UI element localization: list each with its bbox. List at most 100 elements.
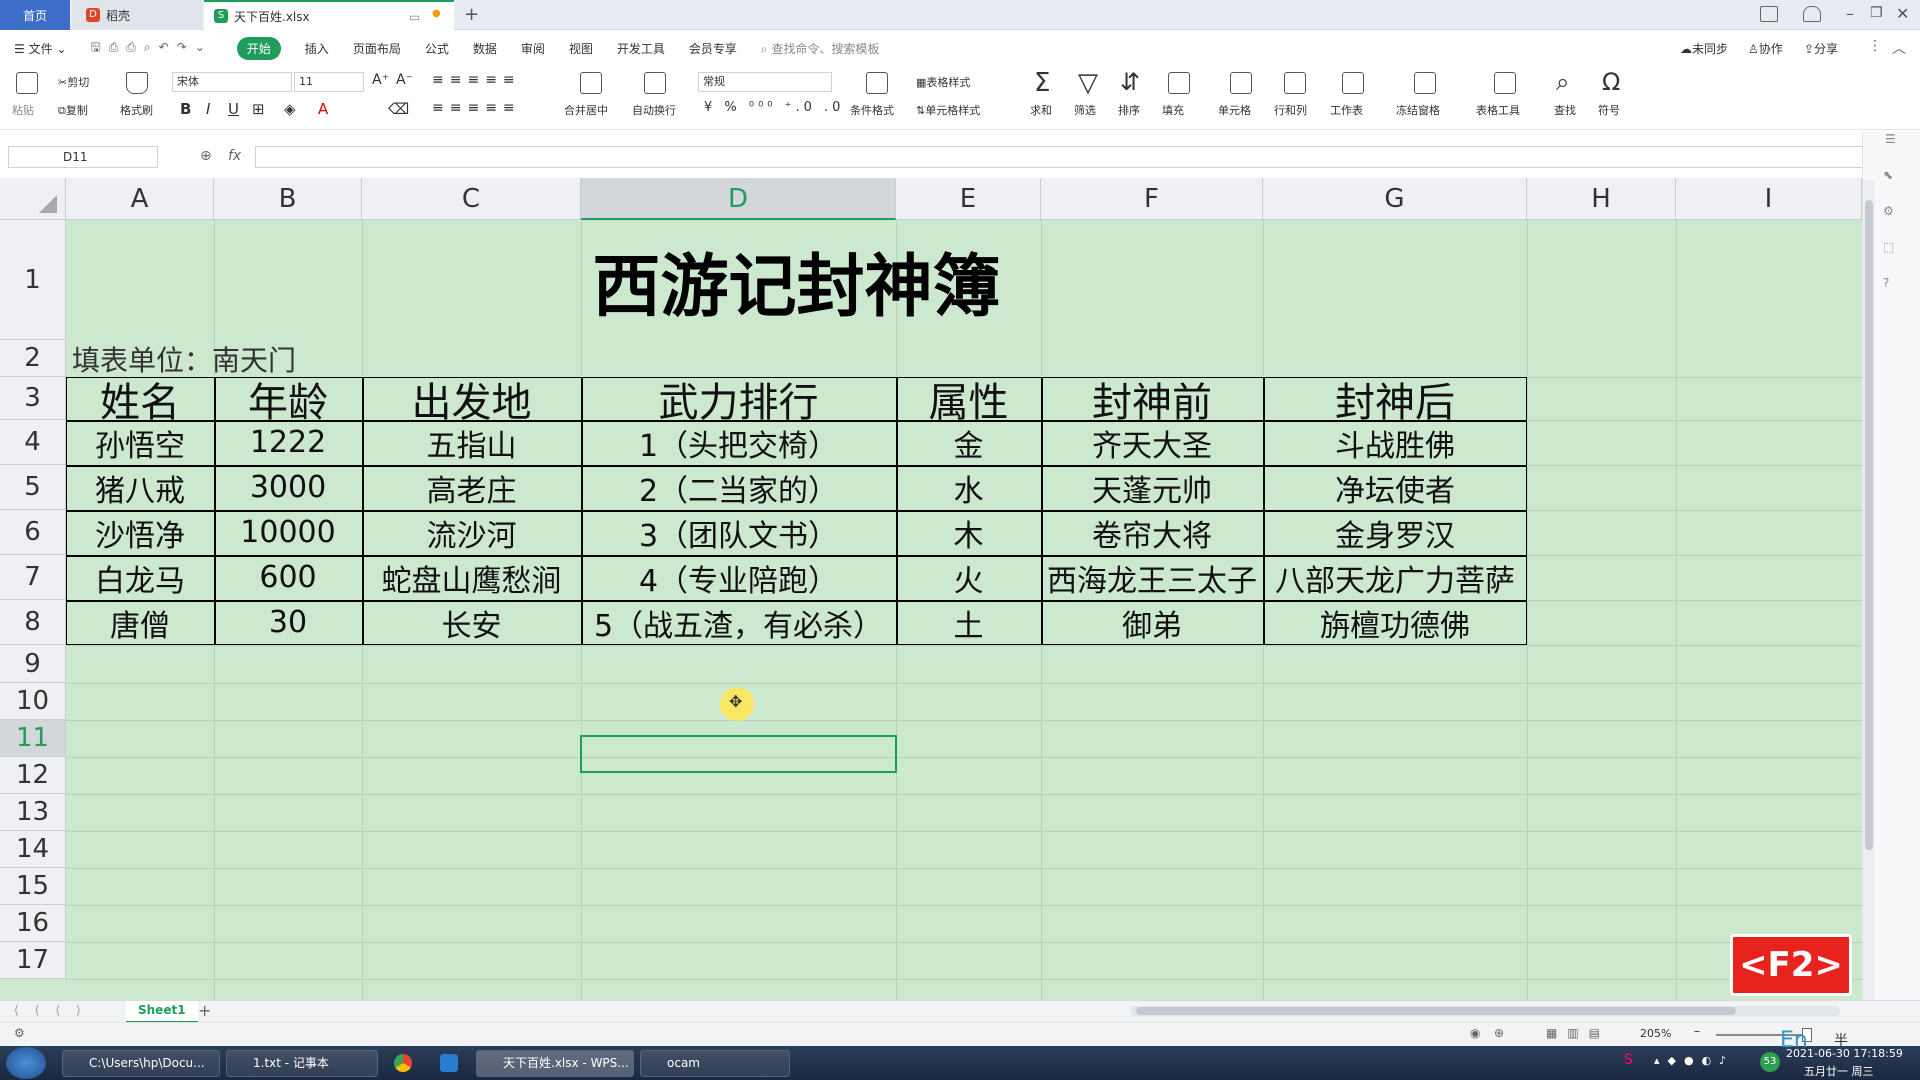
conditional-format-label[interactable]: 条件格式: [850, 102, 894, 118]
sheet-nav-icons[interactable]: ⟨⟨⟨⟩: [14, 1003, 97, 1017]
symbol-icon[interactable]: Ω: [1602, 68, 1620, 96]
view-mode-icons[interactable]: ▦▥▤: [1546, 1026, 1610, 1040]
taskbar-notepad[interactable]: 1.txt - 记事本: [226, 1050, 378, 1077]
row-header-16[interactable]: 16: [0, 905, 66, 942]
macro-icon[interactable]: ⚙: [14, 1026, 25, 1040]
tray-icons[interactable]: ▴◆●◐♪: [1654, 1054, 1734, 1067]
format-painter-icon[interactable]: [126, 72, 148, 94]
taskbar-wps[interactable]: 天下百姓.xlsx - WPS...: [476, 1050, 634, 1077]
filter-label[interactable]: 筛选: [1074, 102, 1096, 118]
wrap-icon[interactable]: [644, 72, 666, 94]
row-header-3[interactable]: 3: [0, 377, 66, 420]
ime-halfwidth[interactable]: 半: [1834, 1030, 1848, 1050]
menu-page-layout[interactable]: 页面布局: [353, 40, 401, 57]
row-header-15[interactable]: 15: [0, 868, 66, 905]
browser-icon[interactable]: [440, 1054, 458, 1072]
sort-icon[interactable]: ⇵: [1120, 68, 1140, 96]
row-header-5[interactable]: 5: [0, 465, 66, 510]
collapse-ribbon-icon[interactable]: ︿: [1892, 38, 1906, 58]
paste-label[interactable]: 粘贴: [12, 102, 34, 118]
rowcol-label[interactable]: 行和列: [1274, 102, 1307, 118]
new-tab-icon[interactable]: +: [464, 4, 479, 25]
command-search[interactable]: ⌕ 查找命令、搜索模板: [761, 40, 880, 57]
row-header-1[interactable]: 1: [0, 220, 66, 340]
sum-label[interactable]: 求和: [1030, 102, 1052, 118]
sheet-tab-sheet1[interactable]: Sheet1: [126, 1001, 198, 1023]
shape-icon[interactable]: ⬚: [1883, 240, 1894, 254]
column-header-b[interactable]: B: [214, 178, 362, 220]
horizontal-scroll-thumb[interactable]: [1136, 1007, 1736, 1015]
cell-label[interactable]: 单元格: [1218, 102, 1251, 118]
paste-icon[interactable]: [16, 72, 38, 94]
symbol-label[interactable]: 符号: [1598, 102, 1620, 118]
column-header-a[interactable]: A: [66, 178, 214, 220]
more-icon[interactable]: ⋮: [1868, 38, 1882, 54]
menu-view[interactable]: 视图: [569, 40, 593, 57]
fill-icon[interactable]: [1168, 72, 1190, 94]
vertical-scrollbar[interactable]: [1863, 180, 1875, 1000]
cell-icon[interactable]: [1230, 72, 1252, 94]
panel-menu-icon[interactable]: ☰: [1885, 132, 1896, 146]
sync-button[interactable]: ☁未同步: [1680, 40, 1728, 57]
start-button[interactable]: [6, 1047, 46, 1079]
device-icon[interactable]: ▭: [409, 10, 420, 24]
select-icon[interactable]: ⬉: [1883, 168, 1893, 182]
find-icon[interactable]: ⌕: [1556, 68, 1569, 96]
row-header-6[interactable]: 6: [0, 510, 66, 555]
italic-icon[interactable]: I: [206, 100, 210, 118]
row-header-14[interactable]: 14: [0, 831, 66, 868]
font-name-select[interactable]: 宋体: [172, 72, 292, 92]
menu-file[interactable]: ☰ 文件 ⌄: [14, 40, 66, 57]
row-header-11[interactable]: 11: [0, 720, 66, 757]
zoom-out-icon[interactable]: –: [1694, 1024, 1700, 1038]
find-label[interactable]: 查找: [1554, 102, 1576, 118]
bold-icon[interactable]: B: [180, 100, 191, 118]
ime-mode[interactable]: En: [1780, 1028, 1808, 1053]
merge-icon[interactable]: [580, 72, 602, 94]
copy-button[interactable]: ⧉复制: [58, 102, 88, 118]
table-tools-icon[interactable]: [1494, 72, 1516, 94]
font-shrink-icon[interactable]: A⁻: [396, 72, 413, 88]
horizontal-scrollbar[interactable]: [1130, 1006, 1840, 1016]
font-grow-icon[interactable]: A⁺: [372, 72, 389, 88]
column-header-i[interactable]: I: [1676, 178, 1862, 220]
column-header-c[interactable]: C: [362, 178, 581, 220]
chrome-icon[interactable]: [394, 1054, 412, 1072]
column-header-e[interactable]: E: [896, 178, 1041, 220]
tab-daoke[interactable]: D 稻壳: [72, 0, 202, 30]
font-size-select[interactable]: 11: [294, 72, 364, 92]
menu-review[interactable]: 审阅: [521, 40, 545, 57]
table-style-button[interactable]: ▦表格样式: [916, 74, 970, 90]
menu-data[interactable]: 数据: [473, 40, 497, 57]
close-icon[interactable]: ✕: [1896, 4, 1909, 23]
sheet-title[interactable]: 西游记封神簿: [66, 220, 1527, 340]
row-header-9[interactable]: 9: [0, 645, 66, 683]
border-icon[interactable]: ⊞: [252, 100, 265, 118]
sogou-ime-icon[interactable]: S: [1624, 1052, 1633, 1068]
freeze-icon[interactable]: [1414, 72, 1436, 94]
row-header-13[interactable]: 13: [0, 794, 66, 831]
row-header-4[interactable]: 4: [0, 420, 66, 465]
row-header-8[interactable]: 8: [0, 600, 66, 645]
format-painter-label[interactable]: 格式刷: [120, 102, 153, 118]
formula-input[interactable]: [255, 146, 1875, 168]
sum-icon[interactable]: Σ: [1034, 68, 1050, 98]
conditional-format-icon[interactable]: [866, 72, 888, 94]
underline-icon[interactable]: U: [228, 100, 239, 118]
taskbar-ocam[interactable]: ocam: [640, 1050, 790, 1077]
filter-icon[interactable]: ▽: [1078, 68, 1098, 98]
menu-member[interactable]: 会员专享: [689, 40, 737, 57]
cut-button[interactable]: ✂剪切: [58, 74, 89, 90]
menu-home[interactable]: 开始: [236, 36, 281, 60]
tab-home[interactable]: 首页: [0, 0, 70, 30]
sheet-grid[interactable]: ABCDEFGHI 1 2 3 4 5 6 7 8 9 10 11 12 13 14 15 16 17 西游记封…: [0, 178, 1862, 1000]
minimize-icon[interactable]: –: [1846, 4, 1854, 23]
menu-developer[interactable]: 开发工具: [617, 40, 665, 57]
menu-formula[interactable]: 公式: [425, 40, 449, 57]
help-icon[interactable]: ?: [1883, 276, 1889, 290]
fill-label[interactable]: 填充: [1162, 102, 1184, 118]
number-format-select[interactable]: 常规: [698, 72, 832, 92]
collab-button[interactable]: ♙协作: [1748, 40, 1783, 57]
share-button[interactable]: ⇪分享: [1804, 40, 1838, 57]
align-horizontal-icons[interactable]: ≡≡≡≡≡: [432, 100, 521, 116]
